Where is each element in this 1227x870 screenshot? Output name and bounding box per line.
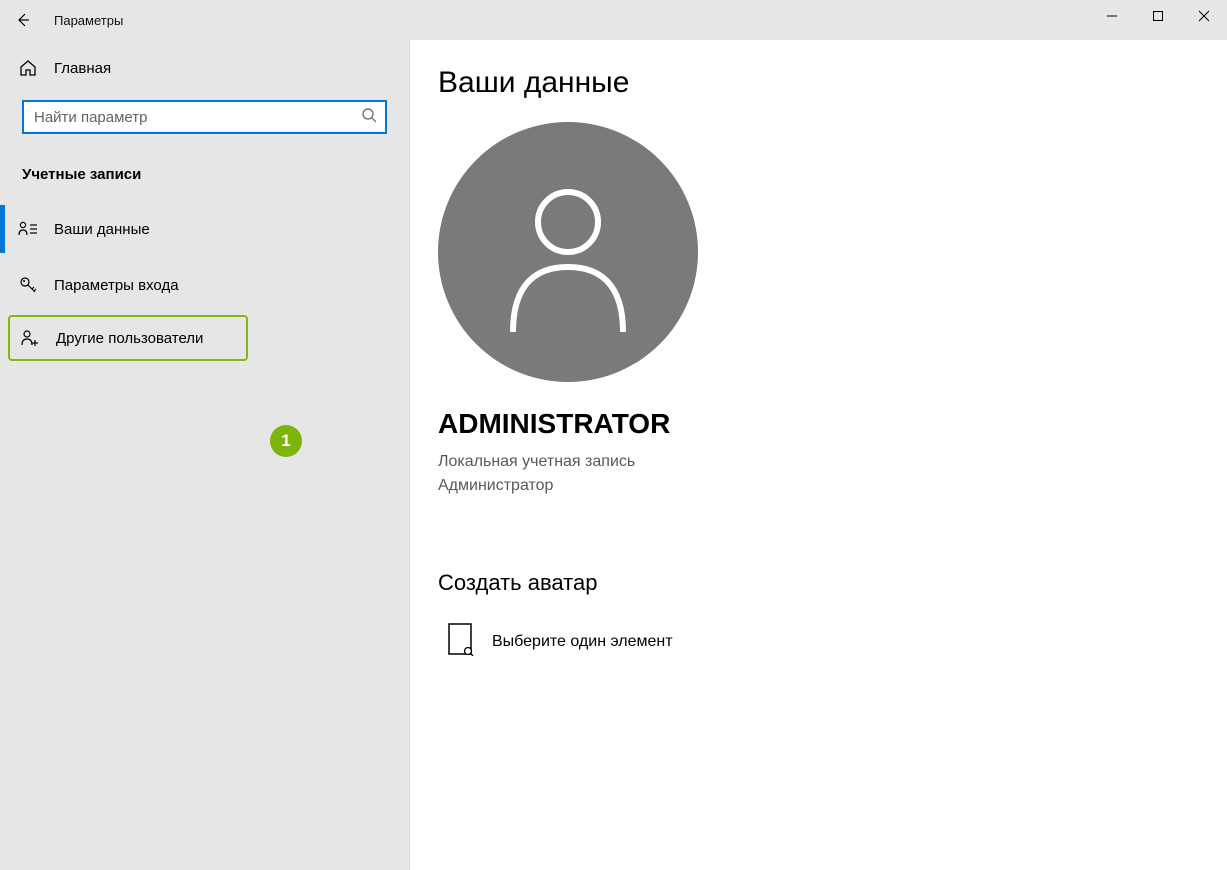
- sidebar: Главная Учетные записи: [0, 40, 410, 870]
- user-name: ADMINISTRATOR: [438, 408, 1227, 440]
- sidebar-item-label: Параметры входа: [38, 277, 179, 294]
- search-input[interactable]: [34, 109, 361, 126]
- back-button[interactable]: [0, 0, 44, 40]
- person-icon: [493, 172, 643, 332]
- key-icon: [18, 276, 38, 294]
- search-input-wrap[interactable]: [22, 100, 387, 134]
- window-title: Параметры: [44, 13, 123, 28]
- sidebar-home[interactable]: Главная: [0, 40, 409, 96]
- sidebar-home-label: Главная: [38, 60, 111, 77]
- user-role: Администратор: [438, 474, 1227, 498]
- create-avatar-title: Создать аватар: [438, 570, 1227, 596]
- search-icon: [361, 107, 377, 128]
- browse-for-one[interactable]: Выберите один элемент: [438, 622, 1227, 661]
- sidebar-item-label: Другие пользователи: [40, 330, 203, 347]
- window-controls: [1089, 0, 1227, 32]
- close-icon: [1198, 10, 1210, 22]
- close-button[interactable]: [1181, 0, 1227, 32]
- sidebar-item-your-info[interactable]: Ваши данные: [0, 201, 409, 257]
- arrow-left-icon: [14, 12, 30, 28]
- browse-icon: [446, 622, 474, 661]
- home-icon: [18, 59, 38, 77]
- page-title: Ваши данные: [438, 66, 1227, 100]
- add-user-icon: [20, 329, 40, 347]
- sidebar-item-other-users[interactable]: Другие пользователи: [8, 315, 248, 361]
- main-content: Ваши данные ADMINISTRATOR Локальная учет…: [410, 40, 1227, 870]
- sidebar-section-header: Учетные записи: [0, 148, 409, 201]
- your-info-icon: [18, 221, 38, 237]
- minimize-icon: [1106, 10, 1118, 22]
- user-avatar: [438, 122, 698, 382]
- user-account-type: Локальная учетная запись: [438, 450, 1227, 474]
- sidebar-item-signin-options[interactable]: Параметры входа: [0, 257, 409, 313]
- sidebar-item-label: Ваши данные: [38, 221, 150, 238]
- title-bar: Параметры: [0, 0, 1227, 40]
- browse-label: Выберите один элемент: [492, 633, 673, 651]
- annotation-badge-1: 1: [270, 425, 302, 457]
- maximize-button[interactable]: [1135, 0, 1181, 32]
- minimize-button[interactable]: [1089, 0, 1135, 32]
- maximize-icon: [1152, 10, 1164, 22]
